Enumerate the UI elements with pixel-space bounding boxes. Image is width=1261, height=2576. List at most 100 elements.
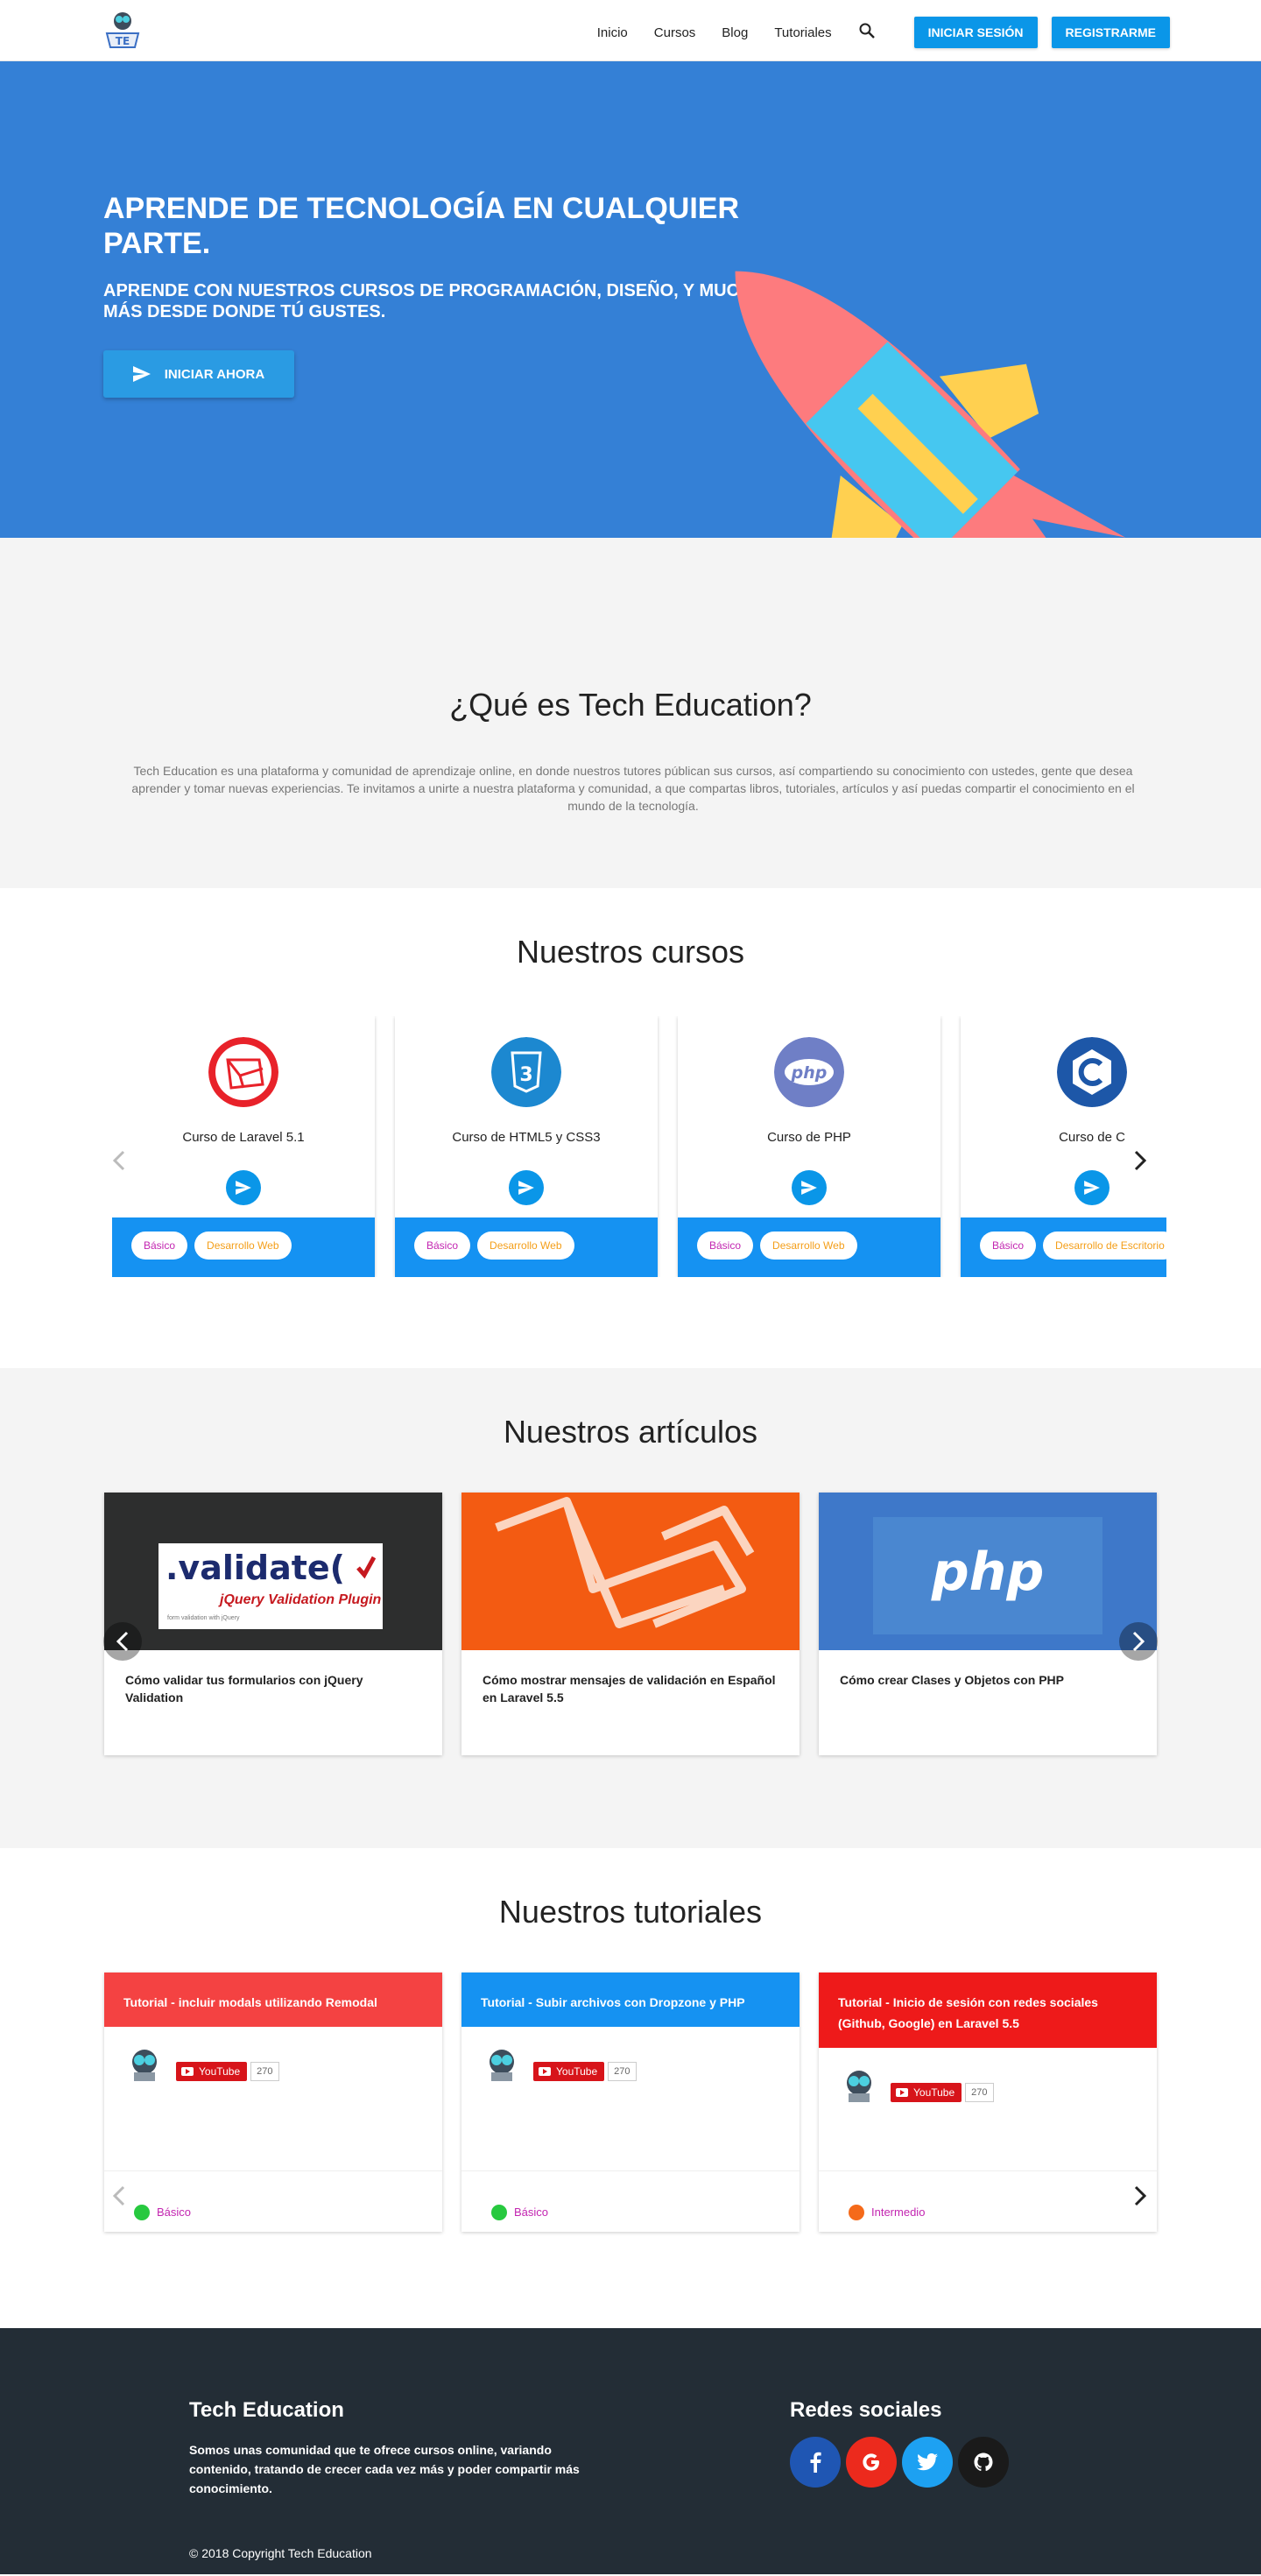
tutorial-title: Tutorial - Subir archivos con Dropzone y… [461,1973,800,2027]
chevron-right-icon [1132,1631,1145,1652]
category-tag[interactable]: Desarrollo de Escritorio [1043,1232,1166,1260]
google-icon[interactable] [846,2437,897,2488]
chevron-left-icon [113,2185,125,2206]
level-tag[interactable]: Básico [414,1232,471,1260]
chevron-right-icon [1134,2185,1146,2206]
category-tag[interactable]: Desarrollo Web [477,1232,574,1260]
about-text: Tech Education es una plataforma y comun… [131,764,1135,813]
article-title: Cómo mostrar mensajes de validación en E… [483,1673,776,1704]
css3-logo-icon: 3 [491,1037,561,1107]
level-dot-icon [134,2204,150,2220]
footer-description: Somos unas comunidad que te ofrece curso… [189,2443,580,2495]
articles-section: Nuestros artículos .validate( jQuery Val… [0,1368,1261,1848]
start-now-button[interactable]: INICIAR AHORA [103,350,294,398]
hero-title: APRENDE DE TECNOLOGÍA EN CUALQUIER PARTE… [103,192,740,260]
footer: Tech Education Somos unas comunidad que … [0,2328,1261,2574]
check-icon [356,1556,377,1579]
tutorial-level: Intermedio [819,2170,1157,2232]
subscriber-count: 270 [965,2083,994,2102]
course-go-button[interactable] [509,1170,544,1205]
course-tags: Básico Desarrollo Web [395,1217,658,1277]
articles-prev-arrow[interactable] [103,1622,142,1661]
send-icon [1084,1181,1100,1195]
hero-section: APRENDE DE TECNOLOGÍA EN CUALQUIER PARTE… [0,61,1261,662]
course-go-button[interactable] [1074,1170,1110,1205]
course-tags: Básico Desarrollo de Escritorio [961,1217,1166,1277]
article-card[interactable]: php Cómo crear Clases y Objetos con PHP [819,1493,1157,1755]
courses-section: Nuestros cursos Curso de Laravel 5.1 Bás… [0,888,1261,1368]
chevron-left-icon [113,1150,125,1171]
laravel-logo-icon [495,1497,755,1628]
tutorial-card[interactable]: Tutorial - Subir archivos con Dropzone y… [461,1973,800,2232]
course-card[interactable]: Curso de Laravel 5.1 Básico Desarrollo We… [112,1016,375,1277]
category-tag[interactable]: Desarrollo Web [194,1232,292,1260]
youtube-icon [181,2067,194,2076]
courses-prev-arrow[interactable] [110,1147,128,1174]
course-go-button[interactable] [226,1170,261,1205]
tutorials-next-arrow[interactable] [1131,2183,1149,2209]
course-tags: Básico Desarrollo Web [678,1217,940,1277]
tutorial-level: Básico [461,2170,800,2232]
level-tag[interactable]: Básico [697,1232,754,1260]
footer-title: Tech Education [189,2398,344,2422]
social-links [790,2437,1014,2488]
category-tag[interactable]: Desarrollo Web [760,1232,857,1260]
tutorial-title: Tutorial - incluir modals utilizando Rem… [104,1973,442,2027]
register-button[interactable]: REGISTRARME [1051,17,1170,48]
articles-next-arrow[interactable] [1119,1622,1158,1661]
article-card[interactable]: Cómo mostrar mensajes de validación en E… [461,1493,800,1755]
youtube-subscribe[interactable]: YouTube 270 [891,2083,994,2102]
send-icon [801,1181,817,1195]
article-image: .validate( jQuery Validation Plugin form… [104,1493,442,1650]
copyright: © 2018 Copyright Tech Education [189,2546,372,2560]
login-button[interactable]: INICIAR SESIÓN [913,17,1038,48]
svg-text:TE: TE [116,35,130,47]
course-card[interactable]: 3 Curso de HTML5 y CSS3 Básico Desarrollo… [395,1016,658,1277]
nav-tutoriales[interactable]: Tutoriales [774,25,831,40]
tutorials-prev-arrow[interactable] [110,2183,128,2209]
facebook-icon[interactable] [790,2437,841,2488]
course-tags: Básico Desarrollo Web [112,1217,375,1277]
tutorial-level: Básico [104,2170,442,2232]
course-card[interactable]: Curso de C Básico Desarrollo de Escritori… [961,1016,1166,1277]
course-card[interactable]: php Curso de PHP Básico Desarrollo Web [678,1016,940,1277]
nav-blog[interactable]: Blog [722,25,748,40]
course-go-button[interactable] [792,1170,827,1205]
tutorial-card[interactable]: Tutorial - incluir modals utilizando Rem… [104,1973,442,2232]
level-dot-icon [849,2204,864,2220]
chevron-right-icon [1134,1150,1146,1171]
youtube-subscribe[interactable]: YouTube 270 [176,2062,279,2081]
svg-text:3: 3 [519,1064,532,1086]
author-avatar [132,2050,157,2081]
level-dot-icon [491,2204,507,2220]
send-icon [236,1181,251,1195]
c-language-logo-icon [1057,1037,1127,1107]
tutorial-card[interactable]: Tutorial - Inicio de sesión con redes so… [819,1973,1157,2232]
article-card[interactable]: .validate( jQuery Validation Plugin form… [104,1493,442,1755]
tech-education-logo[interactable]: TE [102,7,144,53]
author-avatar [490,2050,514,2081]
php-banner: php [873,1517,1102,1634]
search-icon[interactable] [858,22,876,39]
about-title: ¿Qué es Tech Education? [449,687,812,723]
chevron-left-icon [116,1631,129,1652]
article-image: php [819,1493,1157,1650]
level-tag[interactable]: Básico [131,1232,188,1260]
course-name: Curso de PHP [767,1130,851,1145]
youtube-subscribe[interactable]: YouTube 270 [533,2062,637,2081]
level-tag[interactable]: Básico [980,1232,1037,1260]
courses-next-arrow[interactable] [1131,1147,1149,1174]
tutorials-section: Nuestros tutoriales Tutorial - incluir m… [0,1848,1261,2328]
subscriber-count: 270 [608,2062,637,2081]
course-name: Curso de Laravel 5.1 [182,1130,305,1145]
svg-text:php: php [791,1063,828,1083]
nav-inicio[interactable]: Inicio [597,25,628,40]
github-icon[interactable] [958,2437,1009,2488]
nav-cursos[interactable]: Cursos [654,25,696,40]
course-name: Curso de HTML5 y CSS3 [452,1130,601,1145]
jquery-validation-banner: .validate( jQuery Validation Plugin form… [159,1543,383,1629]
course-name: Curso de C [1059,1130,1125,1145]
top-navbar: TE Inicio Cursos Blog Tutoriales INICIAR… [0,0,1261,61]
twitter-icon[interactable] [902,2437,953,2488]
social-title: Redes sociales [790,2398,942,2422]
